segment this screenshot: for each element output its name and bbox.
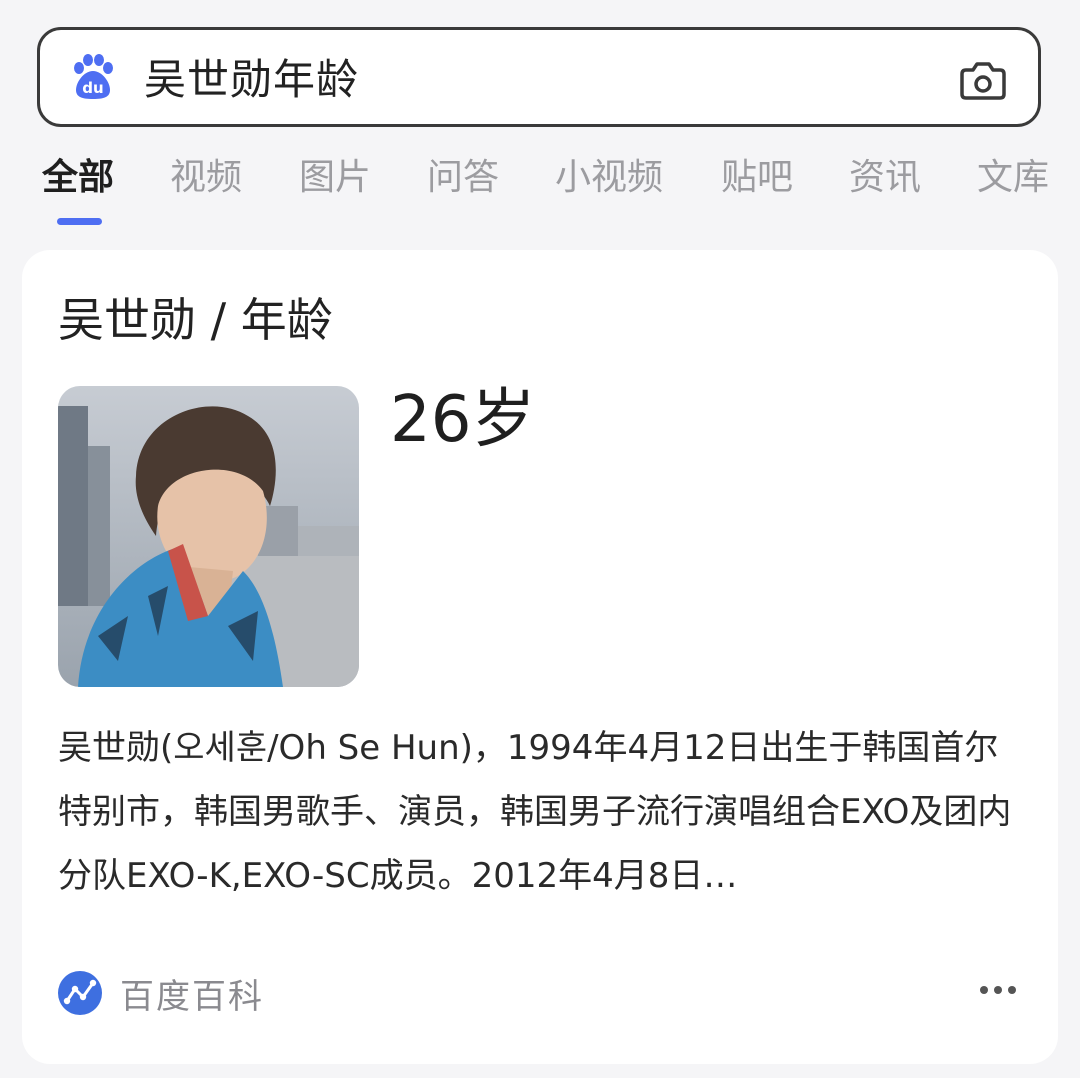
category-tabs: 全部 视频 图片 问答 小视频 贴吧 资讯 文库 — [0, 150, 1080, 240]
active-tab-indicator — [57, 218, 102, 225]
source-label: 百度百科 — [120, 976, 264, 1017]
search-input[interactable]: 吴世勋年龄 — [144, 52, 359, 108]
tab-qa[interactable]: 问答 — [427, 150, 499, 206]
description-text[interactable]: 吴世勋(오세훈/Oh Se Hun)，1994年4月12日出生于韩国首尔特别市，… — [58, 716, 1018, 908]
tab-video[interactable]: 视频 — [170, 150, 242, 206]
tab-tieba[interactable]: 贴吧 — [721, 150, 793, 206]
tab-short-video[interactable]: 小视频 — [555, 150, 663, 206]
age-value: 26岁 — [390, 383, 536, 457]
more-dots-icon[interactable] — [978, 980, 1018, 1000]
search-bar[interactable]: du 吴世勋年龄 — [37, 27, 1041, 127]
baike-icon — [58, 971, 102, 1015]
person-photo[interactable] — [58, 386, 359, 687]
tab-images[interactable]: 图片 — [299, 150, 371, 206]
card-title[interactable]: 吴世勋 / 年龄 — [58, 290, 333, 350]
tab-all[interactable]: 全部 — [42, 150, 114, 206]
logo-text: du — [82, 79, 103, 97]
tab-news[interactable]: 资讯 — [849, 150, 921, 206]
baidu-logo-icon[interactable]: du — [70, 54, 116, 100]
tab-wenku[interactable]: 文库 — [977, 150, 1049, 206]
camera-icon[interactable] — [958, 54, 1008, 104]
result-card[interactable]: 吴世勋 / 年龄 26岁 吴世勋(오세훈/Oh Se Hun)，1994年4月1… — [22, 250, 1058, 1064]
source-attribution[interactable]: 百度百科 — [58, 968, 264, 1018]
